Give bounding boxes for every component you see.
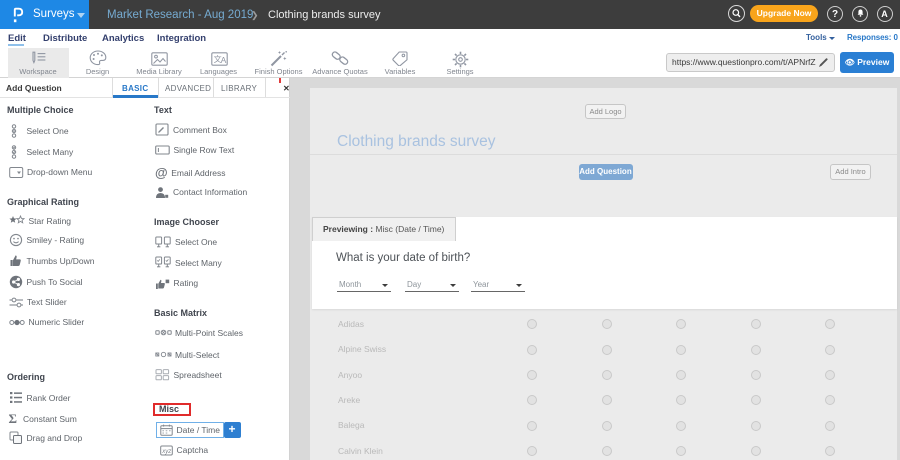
- svg-text:A: A: [220, 55, 226, 65]
- svg-text:xyz: xyz: [161, 449, 171, 455]
